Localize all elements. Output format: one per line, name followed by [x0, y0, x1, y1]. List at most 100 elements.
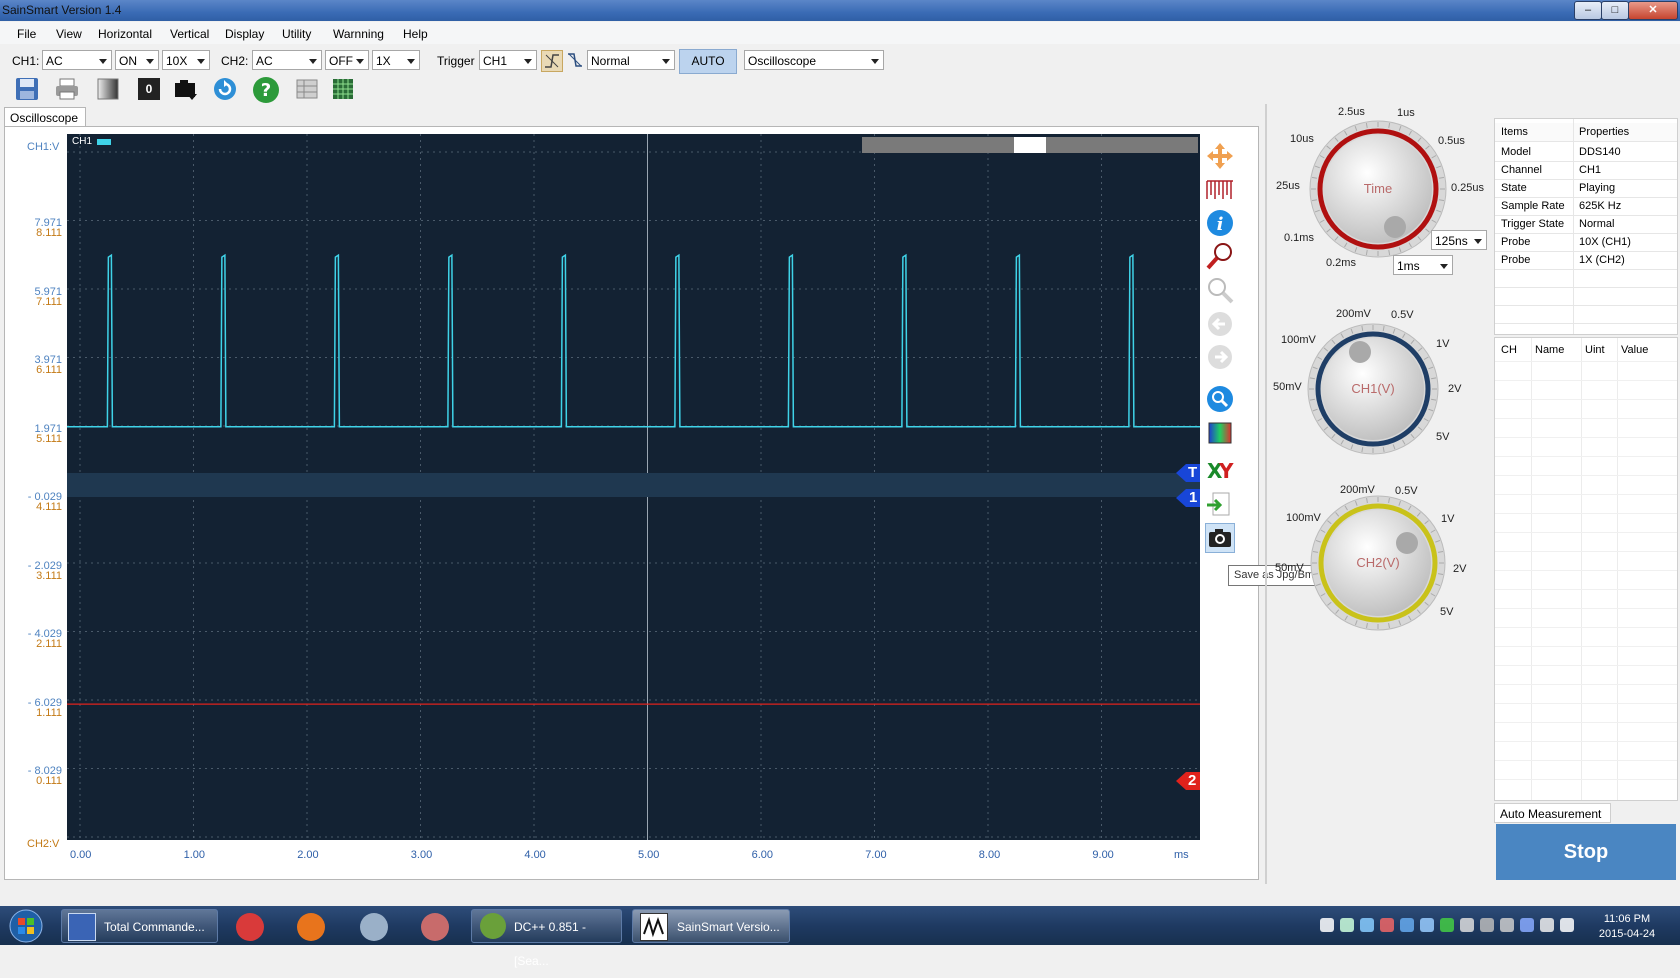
trigger-marker[interactable]: T [1176, 464, 1200, 482]
tray-icon-warning[interactable] [1380, 918, 1394, 932]
color-palette-icon[interactable] [1205, 418, 1235, 448]
help-icon[interactable]: ? [252, 76, 279, 103]
app-icon-tools[interactable] [421, 913, 449, 941]
mode-value: Oscilloscope [748, 54, 817, 68]
knob-label: 2V [1448, 383, 1462, 395]
property-row: Trigger State Normal [1495, 215, 1677, 234]
app-icon-gray[interactable] [360, 913, 388, 941]
ch1-probe-select[interactable]: 10X [162, 50, 210, 70]
svg-text:i: i [1217, 214, 1224, 235]
falling-edge-icon[interactable] [565, 50, 585, 70]
grid-icon[interactable] [330, 76, 356, 102]
counter-icon[interactable]: 0 [138, 78, 160, 100]
y-label-ch2: 6.111 [36, 364, 62, 376]
ch2-coupling-select[interactable]: AC [252, 50, 322, 70]
property-key: Probe [1501, 254, 1531, 266]
menu-utility[interactable]: Utility [282, 27, 311, 41]
camera-dropdown-icon[interactable] [173, 76, 199, 102]
magnifier-icon[interactable] [1205, 384, 1235, 414]
knob-label: 5V [1440, 606, 1454, 618]
position-scrollbar-thumb[interactable] [1014, 137, 1046, 153]
table-icon[interactable] [294, 76, 320, 102]
menu-warnning[interactable]: Warnning [333, 27, 384, 41]
arrow-right-icon[interactable] [1205, 342, 1235, 372]
menu-vertical[interactable]: Vertical [170, 27, 209, 41]
rising-edge-icon[interactable] [541, 50, 563, 72]
knob-label: 100mV [1281, 334, 1316, 346]
zoom-out-icon[interactable] [1205, 275, 1235, 305]
tray-icon-keyboard[interactable] [1320, 918, 1334, 932]
gradient-icon[interactable] [95, 76, 121, 102]
knob-title: CH1(V) [1351, 381, 1395, 396]
zoom-in-icon[interactable] [1205, 241, 1235, 271]
menu-horizontal[interactable]: Horizontal [98, 27, 152, 41]
stop-button[interactable]: Stop [1496, 824, 1676, 880]
menu-file[interactable]: File [17, 27, 36, 41]
tray-icon-usb[interactable] [1460, 918, 1474, 932]
info-icon[interactable]: i [1205, 208, 1235, 238]
tray-icon-app2[interactable] [1500, 918, 1514, 932]
measurement-header: CH [1501, 344, 1517, 356]
column-divider [1531, 338, 1532, 800]
property-key: State [1501, 182, 1527, 194]
camera-icon[interactable] [1205, 523, 1235, 553]
y-axis-label: 1.971 5.111 [0, 423, 62, 444]
ch2-state-select[interactable]: OFF [325, 50, 369, 70]
row-line [1495, 665, 1677, 666]
tray-icon-shield[interactable] [1520, 918, 1534, 932]
ch1-state-select[interactable]: ON [115, 50, 159, 70]
ch2-probe-select[interactable]: 1X [372, 50, 420, 70]
close-button[interactable]: ✕ [1628, 1, 1678, 20]
trigger-source-select[interactable]: CH1 [479, 50, 537, 70]
minimize-button[interactable]: – [1574, 1, 1602, 20]
ruler-icon[interactable] [1205, 175, 1235, 205]
y-axis-label: 3.971 6.111 [0, 355, 62, 376]
start-button[interactable] [6, 908, 46, 944]
row-line [1495, 532, 1677, 533]
knob-label: 100mV [1286, 512, 1321, 524]
menu-display[interactable]: Display [225, 27, 264, 41]
property-value: 625K Hz [1579, 200, 1622, 212]
clock[interactable]: 11:06 PM 2015-04-24 [1592, 912, 1662, 942]
tray-icon-pen[interactable] [1360, 918, 1374, 932]
knob-title: Time [1363, 181, 1393, 196]
app-icon-red[interactable] [236, 913, 264, 941]
firefox-icon[interactable] [297, 913, 325, 941]
maximize-button[interactable]: □ [1601, 1, 1629, 20]
xy-mode-icon[interactable]: XY [1205, 455, 1235, 485]
menu-view[interactable]: View [56, 27, 82, 41]
arrow-left-icon[interactable] [1205, 309, 1235, 339]
tray-icon-signal[interactable] [1340, 918, 1354, 932]
ch2-marker[interactable]: 2 [1176, 772, 1200, 790]
move-icon[interactable] [1205, 140, 1235, 170]
waveform-display[interactable] [67, 134, 1200, 840]
ch1-marker[interactable]: 1 [1176, 489, 1200, 507]
time-base-select[interactable]: 1ms [1393, 255, 1453, 275]
refresh-icon[interactable] [212, 76, 238, 102]
ch1-coupling-select[interactable]: AC [42, 50, 112, 70]
volume-icon[interactable] [1560, 918, 1574, 932]
menu-help[interactable]: Help [403, 27, 428, 41]
position-scrollbar[interactable] [862, 137, 1198, 153]
tray-icon-power[interactable] [1480, 918, 1494, 932]
trigger-mode-select[interactable]: Normal [587, 50, 675, 70]
tab-oscilloscope[interactable]: Oscilloscope [4, 107, 86, 127]
tray-icon-network[interactable] [1420, 918, 1434, 932]
row-line [1495, 684, 1677, 685]
print-icon[interactable] [54, 76, 80, 102]
property-key: Sample Rate [1501, 200, 1565, 212]
ch1-state-value: ON [119, 54, 137, 68]
auto-button[interactable]: AUTO [679, 49, 737, 74]
svg-text:Y: Y [1218, 459, 1234, 483]
tray-icon-green[interactable] [1440, 918, 1454, 932]
tab-auto-measurement[interactable]: Auto Measurement [1494, 803, 1611, 823]
tray-icon-app[interactable] [1400, 918, 1414, 932]
time-fine-select[interactable]: 125ns [1431, 230, 1487, 250]
export-icon[interactable] [1205, 490, 1235, 520]
save-icon[interactable] [14, 76, 40, 102]
property-key: Items [1501, 126, 1528, 138]
tray-icon-display[interactable] [1540, 918, 1554, 932]
mode-select[interactable]: Oscilloscope [744, 50, 884, 70]
ch1-axis-label: CH1:V [27, 141, 60, 153]
menu-bar: File View Horizontal Vertical Display Ut… [0, 22, 1680, 44]
